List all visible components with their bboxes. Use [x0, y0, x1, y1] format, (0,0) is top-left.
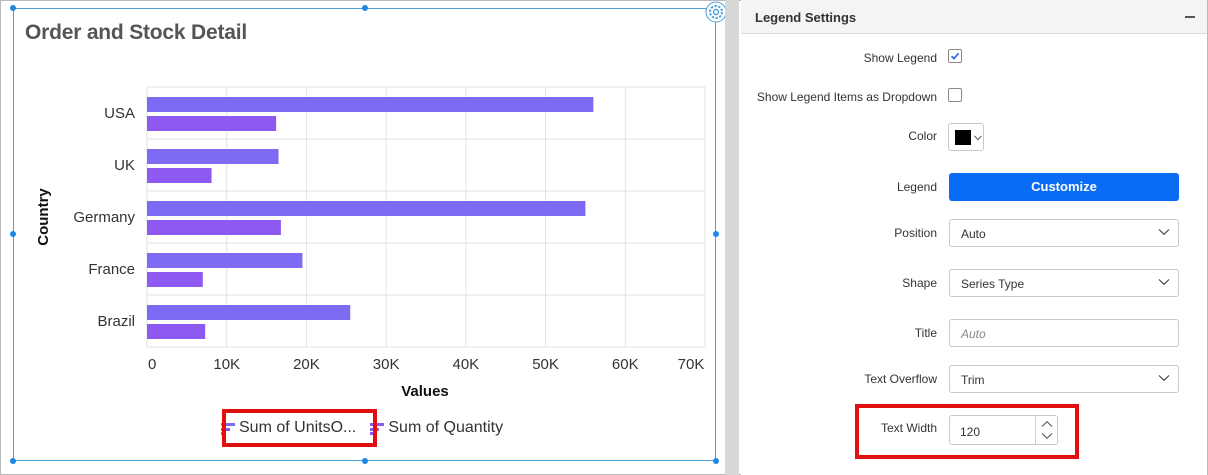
checkmark-icon	[950, 52, 960, 60]
x-tick-label: 70K	[678, 356, 705, 373]
customize-button[interactable]: Customize	[949, 173, 1179, 201]
bar-series-icon	[221, 423, 235, 435]
resize-handle-left[interactable]	[10, 231, 16, 237]
resize-handle-right[interactable]	[713, 231, 719, 237]
x-tick-label: 40K	[453, 356, 480, 373]
resize-handle-top-left[interactable]	[10, 5, 16, 11]
text-overflow-value: Trim	[961, 373, 985, 387]
bar-brazil-series-2	[147, 324, 206, 339]
position-value: Auto	[961, 227, 986, 241]
legend-item-units[interactable]: Sum of UnitsO...	[221, 419, 356, 437]
collapse-icon[interactable]	[1185, 16, 1195, 18]
y-axis-title: Country	[35, 188, 52, 246]
y-tick-label: UK	[114, 157, 135, 174]
x-tick-label: 0	[148, 356, 156, 373]
chart-legend: Sum of UnitsO... Sum of Quantity	[221, 408, 517, 448]
resize-handle-top[interactable]	[362, 5, 368, 11]
color-swatch	[955, 130, 971, 145]
shape-value: Series Type	[961, 277, 1025, 291]
legend-label-units: Sum of UnitsO...	[239, 419, 357, 436]
resize-handle-bottom-left[interactable]	[10, 458, 16, 464]
shape-dropdown[interactable]: Series Type	[949, 269, 1179, 297]
color-label: Color	[908, 129, 937, 143]
dropdown-items-checkbox[interactable]	[948, 88, 962, 102]
show-legend-label: Show Legend	[863, 51, 937, 65]
bar-germany-series-2	[147, 220, 281, 235]
text-overflow-label: Text Overflow	[864, 372, 937, 386]
position-dropdown[interactable]: Auto	[949, 219, 1179, 247]
y-tick-label: Germany	[73, 209, 135, 226]
chevron-down-icon	[974, 135, 982, 141]
show-legend-checkbox[interactable]	[948, 49, 962, 63]
bar-brazil-series-1	[147, 305, 351, 320]
chevron-down-icon	[1158, 375, 1170, 382]
resize-handle-bottom[interactable]	[362, 458, 368, 464]
bar-germany-series-1	[147, 201, 586, 216]
text-width-value: 120	[960, 425, 981, 439]
title-placeholder: Auto	[961, 327, 986, 341]
panel-separator[interactable]	[725, 0, 739, 475]
x-tick-label: 50K	[532, 356, 559, 373]
x-tick-label: 10K	[213, 356, 240, 373]
bar-usa-series-1	[147, 97, 594, 112]
title-input[interactable]: Auto	[949, 319, 1179, 347]
dropdown-items-label: Show Legend Items as Dropdown	[756, 90, 937, 104]
chevron-down-icon[interactable]	[1041, 432, 1053, 440]
x-axis-title: Values	[401, 383, 449, 400]
legend-item-quantity[interactable]: Sum of Quantity	[370, 419, 503, 437]
bar-series-icon	[370, 423, 385, 435]
resize-handle-bottom-right[interactable]	[713, 458, 719, 464]
bar-france-series-1	[147, 253, 303, 268]
y-tick-label: France	[88, 261, 135, 278]
text-width-input[interactable]: 120	[949, 415, 1058, 445]
numeric-spinner	[1035, 416, 1057, 444]
y-tick-label: USA	[104, 105, 135, 122]
shape-label: Shape	[902, 276, 937, 290]
chevron-up-icon[interactable]	[1041, 420, 1053, 428]
x-tick-label: 60K	[612, 356, 639, 373]
text-overflow-dropdown[interactable]: Trim	[949, 365, 1179, 393]
legend-settings-panel: Legend Settings Show Legend Show Legend …	[741, 0, 1207, 475]
y-tick-label: Brazil	[97, 313, 135, 330]
position-label: Position	[894, 226, 937, 240]
legend-label: Legend	[896, 180, 937, 194]
bar-uk-series-2	[147, 168, 212, 183]
bar-uk-series-1	[147, 149, 279, 164]
legend-label-quantity: Sum of Quantity	[388, 419, 504, 436]
text-width-label: Text Width	[880, 421, 937, 435]
bar-chart: USA UK Germany France Brazil 0 10K 20K 30K 40K 50K…	[35, 86, 706, 400]
x-tick-label: 30K	[373, 356, 400, 373]
chevron-down-icon	[1158, 229, 1170, 236]
chart-widget[interactable]: Order and Stock Detail USA UK Germany Franc…	[10, 1, 727, 464]
bar-france-series-2	[147, 272, 203, 287]
gear-icon[interactable]	[705, 1, 727, 23]
color-picker[interactable]	[948, 123, 984, 151]
chevron-down-icon	[1158, 279, 1170, 286]
x-tick-label: 20K	[293, 356, 320, 373]
title-label: Title	[914, 326, 937, 340]
panel-title: Legend Settings	[755, 10, 857, 25]
panel-header[interactable]: Legend Settings	[741, 0, 1207, 34]
bar-usa-series-2	[147, 116, 277, 131]
